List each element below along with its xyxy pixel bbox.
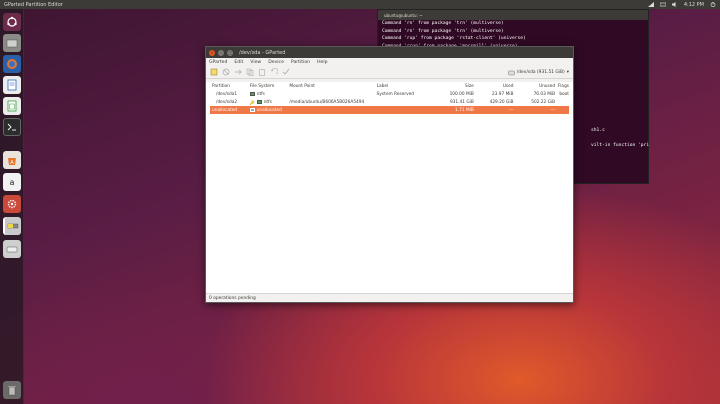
- cell-partition: unallocated: [212, 107, 238, 113]
- table-row-selected[interactable]: unallocated unallocated 1.71 MiB --- ---: [210, 106, 569, 114]
- cell-mountpoint: /media/ubuntu/B606A5B026A5494: [289, 99, 365, 105]
- new-partition-icon[interactable]: [210, 68, 218, 76]
- delete-partition-icon[interactable]: [222, 68, 230, 76]
- amazon-icon[interactable]: a: [3, 173, 21, 191]
- system-tray: 4:12 PM: [647, 0, 716, 9]
- top-panel: GParted Partition Editor 4:12 PM: [0, 0, 720, 9]
- cell-filesystem: 🔑 ntfs: [250, 100, 290, 105]
- maximize-icon[interactable]: □: [227, 49, 233, 56]
- menu-partition[interactable]: Partition: [291, 60, 310, 65]
- unity-launcher: A a: [0, 9, 24, 404]
- cell-size: 1.71 MiB: [455, 107, 474, 113]
- power-icon[interactable]: [710, 2, 716, 7]
- mount-key-icon: 🔑: [249, 99, 255, 105]
- firefox-icon[interactable]: [3, 55, 21, 73]
- menu-view[interactable]: View: [250, 60, 261, 65]
- clock[interactable]: 4:12 PM: [684, 2, 704, 8]
- table-row[interactable]: /dev/sda2 🔑 ntfs /media/ubuntu/B606A5B02…: [210, 98, 569, 106]
- device-selector[interactable]: /dev/sda (931.51 GiB) ▾: [508, 68, 569, 77]
- software-icon[interactable]: A: [3, 151, 21, 169]
- menu-device[interactable]: Device: [268, 60, 284, 65]
- gparted-icon[interactable]: [3, 217, 21, 235]
- svg-text:a: a: [10, 178, 15, 187]
- cell-unused: ---: [550, 107, 556, 113]
- col-label[interactable]: Label: [377, 84, 435, 89]
- drive-icon[interactable]: [3, 240, 21, 258]
- status-bar: 0 operations pending: [206, 293, 573, 302]
- terminal-line: sh1.c: [591, 128, 605, 133]
- col-flags[interactable]: Flags: [555, 84, 569, 89]
- col-size[interactable]: Size: [434, 84, 474, 89]
- terminal-line: Command 'rn' from package 'trn' (multive…: [382, 21, 504, 26]
- window-titlebar: × – □ /dev/sda - GParted: [206, 47, 573, 58]
- cell-partition: /dev/sda2: [216, 99, 238, 105]
- menu-edit[interactable]: Edit: [234, 60, 243, 65]
- panel-app-title: GParted Partition Editor: [4, 1, 63, 8]
- cell-filesystem-text: ntfs: [263, 99, 272, 105]
- fs-color-icon: [249, 108, 255, 112]
- terminal-line: vilt-in function 'pri: [591, 143, 650, 148]
- close-icon[interactable]: ×: [209, 49, 215, 56]
- terminal-icon[interactable]: [3, 118, 21, 136]
- svg-text:A: A: [10, 160, 14, 166]
- col-unused[interactable]: Unused: [513, 84, 555, 89]
- fs-color-icon: [249, 92, 255, 96]
- cell-filesystem: ntfs: [249, 91, 290, 97]
- cell-unused: 76.03 MiB: [533, 91, 556, 97]
- terminal-line: Command 'rup' from package 'rstat-client…: [382, 36, 526, 42]
- cell-used: ---: [508, 107, 514, 113]
- cell-size: 100.00 MiB: [449, 91, 474, 97]
- keyboard-icon[interactable]: [659, 2, 666, 7]
- cell-flags: boot: [559, 91, 569, 97]
- cell-label: System Reserved: [376, 91, 415, 97]
- cell-filesystem-text: ntfs: [256, 91, 265, 97]
- menu-help[interactable]: Help: [317, 60, 327, 65]
- files-icon[interactable]: [3, 34, 21, 52]
- gparted-window[interactable]: × – □ /dev/sda - GParted GParted Edit Vi…: [205, 46, 574, 303]
- col-used[interactable]: Used: [474, 84, 514, 89]
- cell-partition: /dev/sda1: [216, 91, 238, 97]
- resize-move-icon[interactable]: [234, 68, 242, 76]
- cell-used: 23.97 MiB: [491, 91, 514, 97]
- fs-color-icon: [256, 100, 262, 104]
- dash-icon[interactable]: [3, 13, 21, 31]
- settings-icon[interactable]: [3, 195, 21, 213]
- calc-icon[interactable]: [3, 97, 21, 115]
- table-row[interactable]: /dev/sda1 ntfs System Reserved 100.00 Mi…: [210, 90, 569, 98]
- terminal-line: Command 'rn' from package 'trn' (multive…: [382, 28, 504, 34]
- table-header: Partition File System Mount Point Label …: [210, 82, 569, 90]
- paste-icon[interactable]: [258, 68, 266, 76]
- trash-icon[interactable]: [3, 381, 21, 399]
- cell-size: 931.41 GiB: [449, 99, 474, 105]
- col-partition[interactable]: Partition: [210, 84, 250, 89]
- writer-icon[interactable]: [3, 76, 21, 94]
- cell-filesystem-text: unallocated: [256, 107, 282, 113]
- apply-icon[interactable]: [282, 68, 290, 76]
- col-mountpoint[interactable]: Mount Point: [289, 84, 376, 89]
- volume-icon[interactable]: [671, 2, 678, 7]
- col-filesystem[interactable]: File System: [250, 84, 290, 89]
- cell-unused: 502.22 GiB: [531, 99, 556, 105]
- minimize-icon[interactable]: –: [218, 49, 224, 56]
- window-title: /dev/sda - GParted: [239, 49, 286, 56]
- device-label: /dev/sda (931.51 GiB): [516, 70, 565, 75]
- cell-filesystem: unallocated: [249, 107, 290, 113]
- partition-list: Partition File System Mount Point Label …: [206, 82, 573, 293]
- copy-icon[interactable]: [246, 68, 254, 76]
- undo-icon[interactable]: [270, 68, 278, 76]
- terminal-title: ubuntu@ubuntu: ~: [384, 12, 423, 18]
- harddisk-icon: [508, 70, 515, 75]
- toolbar: /dev/sda (931.51 GiB) ▾: [206, 66, 573, 79]
- status-text: 0 operations pending: [209, 295, 256, 301]
- terminal-titlebar: ubuntu@ubuntu: ~: [378, 10, 648, 20]
- network-icon[interactable]: [647, 2, 654, 7]
- menu-gparted[interactable]: GParted: [209, 60, 227, 65]
- menu-bar: GParted Edit View Device Partition Help: [206, 58, 573, 66]
- chevron-down-icon: ▾: [566, 70, 569, 75]
- cell-used: 429.20 GiB: [489, 99, 514, 105]
